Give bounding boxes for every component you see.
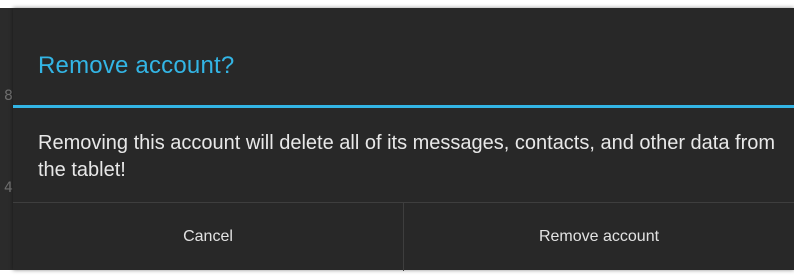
remove-account-button[interactable]: Remove account [404, 203, 794, 271]
remove-account-dialog: Remove account? Removing this account wi… [13, 8, 794, 271]
dialog-message: Removing this account will delete all of… [38, 132, 776, 181]
background-digit: 8 [4, 88, 13, 104]
title-divider [13, 105, 794, 108]
cancel-button[interactable]: Cancel [13, 203, 403, 271]
dialog-title: Remove account? [38, 52, 235, 79]
dialog-button-bar: Cancel Remove account [13, 202, 794, 271]
background-digit: 4 [4, 180, 13, 196]
